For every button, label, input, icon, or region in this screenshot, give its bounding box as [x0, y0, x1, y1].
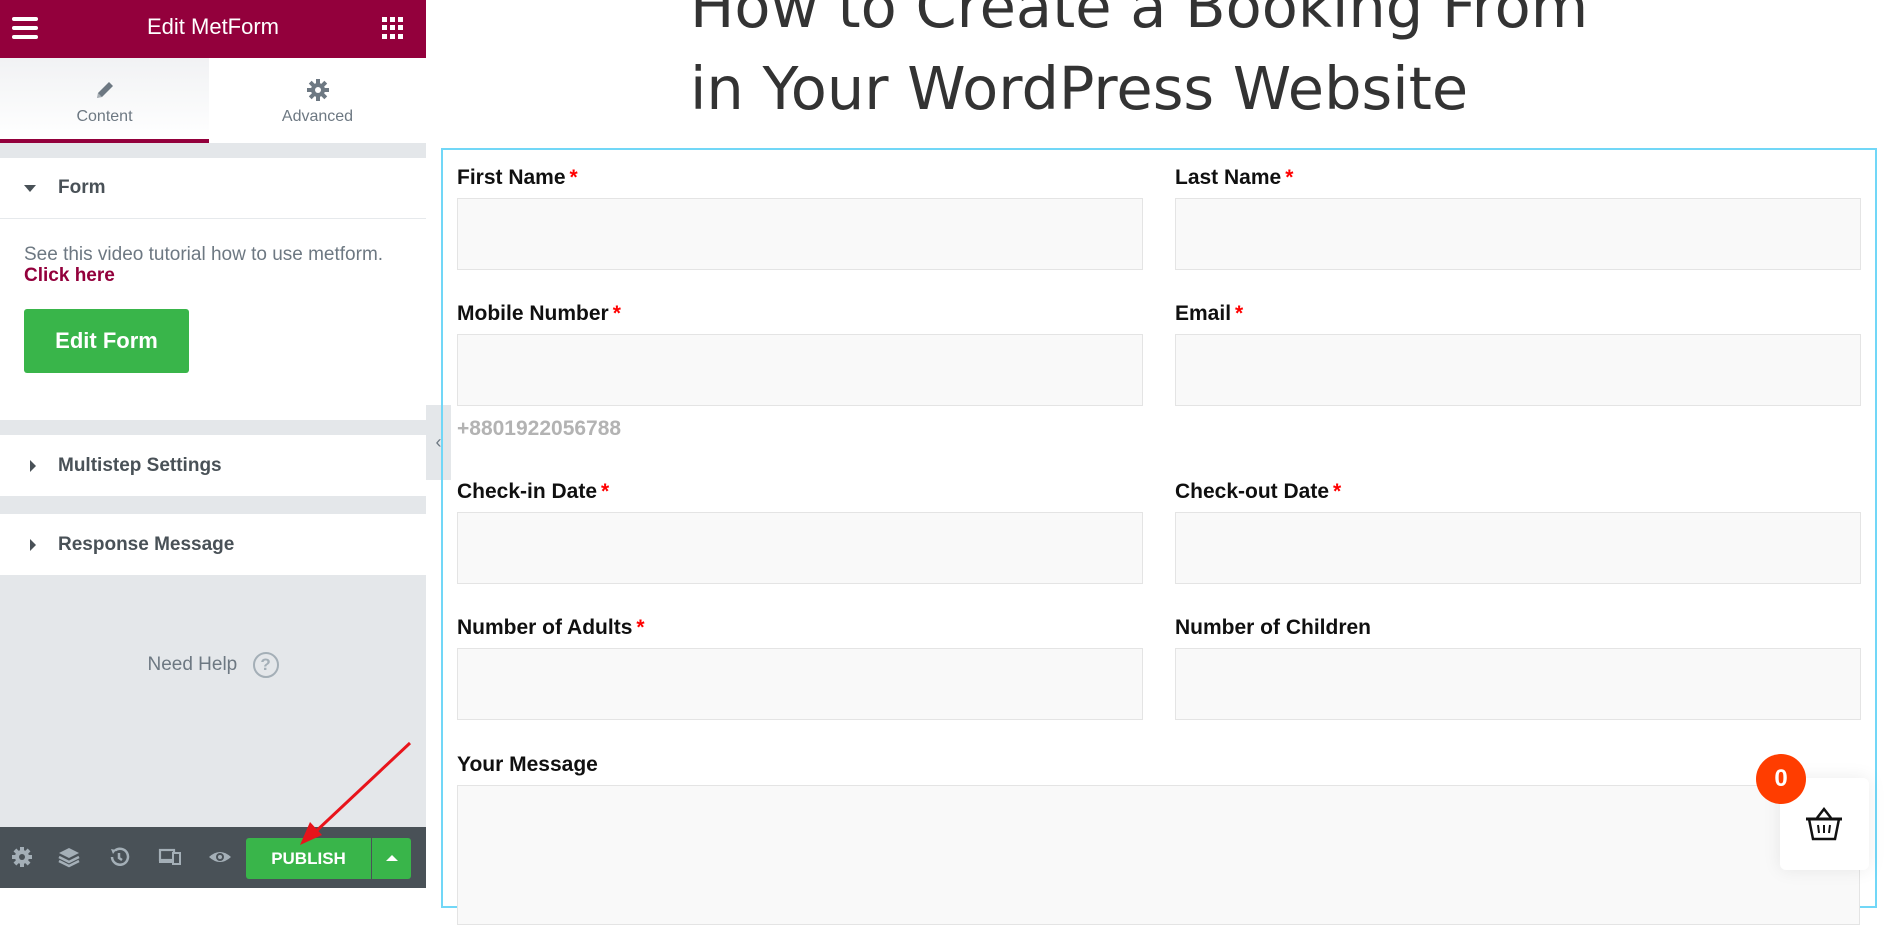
first-name-label-text: First Name: [457, 166, 566, 189]
caret-right-icon: [30, 459, 36, 472]
number-of-children-input[interactable]: [1175, 648, 1861, 720]
check-in-date-label-text: Check-in Date: [457, 480, 598, 503]
form-section: Form See this video tutorial how to use …: [0, 158, 426, 420]
page-title-line-2: in Your WordPress Website: [690, 54, 1469, 123]
response-message-title: Response Message: [58, 533, 235, 555]
number-of-adults-label-text: Number of Adults: [457, 616, 633, 639]
gear-icon: [306, 79, 329, 101]
your-message-textarea[interactable]: [457, 785, 1860, 925]
caret-down-icon: [24, 184, 36, 192]
first-name-input[interactable]: [457, 198, 1143, 270]
first-name-label: First Name *: [457, 166, 578, 190]
response-message-header[interactable]: Response Message: [0, 514, 426, 575]
shopping-basket-icon: [1806, 806, 1842, 841]
required-asterisk: *: [1235, 302, 1244, 325]
multistep-settings-title: Multistep Settings: [58, 454, 222, 476]
required-asterisk: *: [601, 480, 610, 503]
email-label-text: Email: [1175, 302, 1232, 325]
last-name-label-text: Last Name: [1175, 166, 1282, 189]
required-asterisk: *: [636, 616, 645, 639]
form-section-title: Form: [58, 177, 106, 198]
pencil-icon: [96, 82, 113, 98]
check-out-date-label: Check-out Date *: [1175, 480, 1341, 504]
responsive-mode-icon[interactable]: [158, 845, 182, 869]
form-tutorial-text: See this video tutorial how to use metfo…: [24, 244, 384, 286]
mobile-number-label: Mobile Number *: [457, 302, 621, 326]
multistep-settings-section: Multistep Settings: [0, 435, 426, 496]
last-name-label: Last Name *: [1175, 166, 1293, 190]
number-of-children-label: Number of Children: [1175, 616, 1371, 640]
check-in-date-input[interactable]: [457, 512, 1143, 584]
page-title: How to Create a Booking From in Your Wor…: [690, 0, 1840, 130]
sidebar-footer: PUBLISH: [0, 827, 426, 888]
need-help-label: Need Help: [147, 654, 238, 676]
settings-icon[interactable]: [10, 845, 34, 869]
number-of-children-label-text: Number of Children: [1175, 616, 1372, 639]
mobile-number-label-text: Mobile Number: [457, 302, 609, 325]
form-section-header[interactable]: Form: [0, 158, 426, 219]
panel-tabs: Content Advanced: [0, 58, 426, 143]
publish-button[interactable]: PUBLISH: [246, 838, 371, 879]
editor-sidebar: Edit MetForm Content Advanced Form See t…: [0, 0, 426, 888]
caret-right-icon: [30, 538, 36, 551]
check-out-date-label-text: Check-out Date: [1175, 480, 1330, 503]
last-name-input[interactable]: [1175, 198, 1861, 270]
email-input[interactable]: [1175, 334, 1861, 406]
need-help-link[interactable]: Need Help ?: [0, 652, 426, 678]
tutorial-link[interactable]: Click here: [24, 265, 115, 286]
tab-advanced[interactable]: Advanced: [209, 58, 426, 143]
required-asterisk: *: [569, 166, 578, 189]
tab-content-label: Content: [76, 108, 133, 125]
number-of-adults-label: Number of Adults *: [457, 616, 645, 640]
number-of-adults-input[interactable]: [457, 648, 1143, 720]
required-asterisk: *: [1333, 480, 1342, 503]
your-message-label-text: Your Message: [457, 753, 598, 776]
tab-content[interactable]: Content: [0, 58, 209, 143]
cart-count-badge: 0: [1756, 754, 1806, 804]
tab-advanced-label: Advanced: [281, 108, 354, 125]
sidebar-header: Edit MetForm: [0, 0, 426, 58]
help-question-icon: ?: [252, 652, 279, 678]
your-message-label: Your Message: [457, 753, 598, 777]
mobile-number-input[interactable]: [457, 334, 1143, 406]
publish-options-toggle[interactable]: [372, 838, 411, 879]
navigator-layers-icon[interactable]: [57, 845, 81, 869]
multistep-settings-header[interactable]: Multistep Settings: [0, 435, 426, 496]
widgets-grid-icon[interactable]: [382, 17, 404, 39]
email-label: Email *: [1175, 302, 1243, 326]
required-asterisk: *: [1285, 166, 1294, 189]
required-asterisk: *: [612, 302, 621, 325]
preview-eye-icon[interactable]: [208, 845, 232, 869]
check-in-date-label: Check-in Date *: [457, 480, 609, 504]
response-message-section: Response Message: [0, 514, 426, 575]
sidebar-title: Edit MetForm: [146, 14, 280, 39]
page-title-line-1: How to Create a Booking From: [690, 0, 1589, 41]
history-icon[interactable]: [107, 845, 131, 869]
edit-form-button[interactable]: Edit Form: [24, 309, 189, 373]
check-out-date-input[interactable]: [1175, 512, 1861, 584]
form-tutorial-description: See this video tutorial how to use metfo…: [24, 244, 384, 265]
mobile-number-hint: +8801922056788: [457, 417, 622, 440]
